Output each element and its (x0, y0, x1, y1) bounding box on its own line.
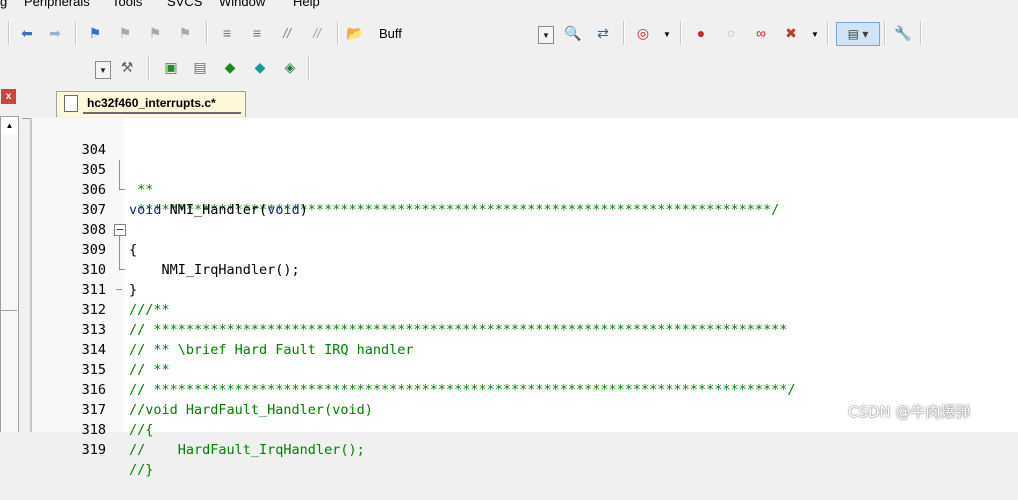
bookmark-toggle-icon[interactable]: ⚑ (86, 24, 104, 42)
enable-breakpoint-icon[interactable]: ○ (722, 24, 740, 42)
menu-item-help[interactable]: Help (293, 0, 320, 9)
navigate-back-icon[interactable]: ⬅ (18, 24, 36, 42)
code-line[interactable]: 308 NMI_IrqHandler(); (32, 200, 1018, 278)
watermark: CSDN @牛肉爆弹 (848, 403, 971, 421)
tab-hc32f460-interrupts[interactable]: hc32f460_interrupts.c* (56, 91, 246, 117)
disable-breakpoints-icon[interactable]: ∞ (752, 24, 770, 42)
pack-installer-icon[interactable]: ◆ (221, 58, 239, 76)
toolbar-separator (148, 56, 150, 80)
window-layout-icon[interactable]: ▤ ▾ (836, 22, 880, 46)
code-line[interactable]: 319 //} (32, 420, 1018, 478)
menu-item-window[interactable]: Window (219, 0, 265, 9)
find-combo-dropdown-icon[interactable]: ▼ (538, 26, 554, 44)
tab-title: hc32f460_interrupts.c* (87, 96, 216, 110)
event-recorder-icon[interactable]: ◈ (281, 58, 299, 76)
manage-project-items-icon[interactable]: ▣ (162, 58, 180, 76)
toolbar-build (0, 51, 1018, 85)
debug-dropdown-icon[interactable]: ▼ (658, 26, 676, 44)
debug-session-icon[interactable]: ◎ (634, 24, 652, 42)
menu-item-svcs[interactable]: SVCS (167, 0, 202, 9)
menu-bar: g Peripherals Tools SVCS Window Help (0, 0, 1018, 10)
indent-icon[interactable]: ≡ (218, 24, 236, 42)
toolbar-separator (8, 21, 10, 45)
bookmark-clear-icon[interactable]: ⚑ (176, 24, 194, 42)
line-number: 319 (81, 442, 106, 458)
menu-item-peripherals[interactable]: Peripherals (24, 0, 90, 9)
code-line[interactable]: 309 } (32, 220, 1018, 298)
code-line[interactable]: 312 // *********************************… (32, 280, 1018, 338)
menu-item-tools[interactable]: Tools (112, 0, 142, 9)
panel-scrollbar[interactable] (0, 134, 19, 432)
code-line[interactable]: 316 //void HardFault_Handler(void) (32, 360, 1018, 418)
toolbar-separator (623, 21, 625, 45)
bookmark-prev-icon[interactable]: ⚑ (116, 24, 134, 42)
select-packs-icon[interactable]: ▤ (191, 58, 209, 76)
code-line[interactable]: 305 ************************************… (32, 140, 1018, 218)
code-line[interactable]: 311 ///** (32, 260, 1018, 318)
code-line[interactable]: 304 ** (32, 120, 1018, 198)
tab-active-underline (83, 112, 241, 114)
find-icon[interactable]: 🔍 (564, 24, 582, 42)
document-icon (64, 95, 78, 112)
unindent-icon[interactable]: ≡ (248, 24, 266, 42)
code-line[interactable]: 317 //{ (32, 380, 1018, 438)
comment-icon[interactable]: // (278, 24, 296, 42)
navigate-forward-icon[interactable]: ➡ (46, 24, 64, 42)
find-in-files-icon[interactable]: 📂 (346, 24, 364, 42)
options-for-target-icon[interactable]: ⚒ (118, 58, 136, 76)
find-combo-text[interactable]: Buff (379, 26, 402, 41)
toolbar-separator (75, 21, 77, 45)
code-line[interactable]: 315 // *********************************… (32, 340, 1018, 398)
scroll-up-icon[interactable]: ▲ (0, 116, 19, 135)
toolbar-separator (920, 21, 922, 45)
bookmark-next-icon[interactable]: ⚑ (146, 24, 164, 42)
scrollbar-divider (0, 310, 17, 311)
close-panel-icon[interactable]: x (1, 89, 16, 104)
code-line[interactable]: 310 (32, 240, 1018, 290)
toolbar-separator (206, 21, 208, 45)
toolbar-separator (884, 21, 886, 45)
toolbar-separator (827, 21, 829, 45)
code-line[interactable]: 313 // ** \brief Hard Fault IRQ handler (32, 300, 1018, 358)
insert-breakpoint-icon[interactable]: ● (692, 24, 710, 42)
toolbar-separator (680, 21, 682, 45)
line-text: // HardFault_IrqHandler(); (129, 442, 365, 458)
breakpoints-dropdown-icon[interactable]: ▼ (806, 26, 824, 44)
incremental-find-icon[interactable]: ⇄ (594, 24, 612, 42)
code-line[interactable]: 306 void NMI_Handler(void) (32, 160, 1018, 218)
line-text: //} (129, 462, 154, 478)
toolbar-separator (308, 56, 310, 80)
target-dropdown-icon[interactable]: ▼ (95, 61, 111, 79)
toolbar-separator (337, 21, 339, 45)
code-line[interactable]: 314 // ** (32, 320, 1018, 378)
configure-icon[interactable]: 🔧 (894, 24, 912, 42)
kill-breakpoints-icon[interactable]: ✖ (782, 24, 800, 42)
uncomment-icon[interactable]: // (308, 24, 326, 42)
run-time-environment-icon[interactable]: ◆ (251, 58, 269, 76)
code-line[interactable]: 307 { (32, 180, 1018, 258)
menu-item-debug[interactable]: g (0, 0, 7, 9)
